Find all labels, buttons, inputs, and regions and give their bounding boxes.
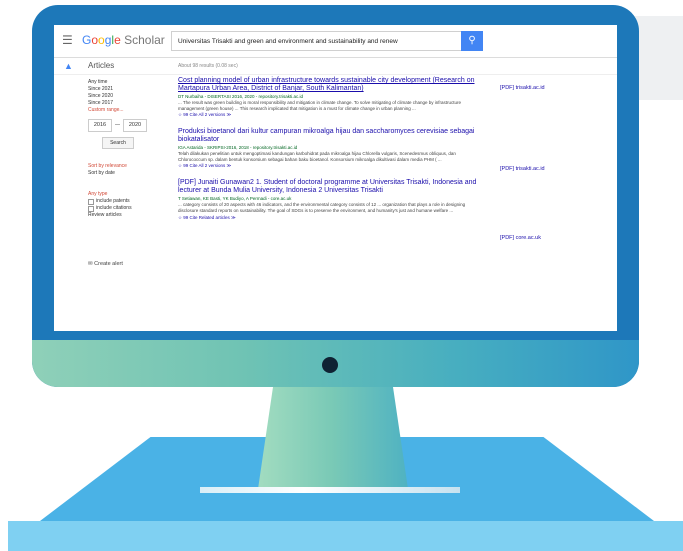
scholar-header: ☰ Google Scholar Universitas Trisakti an…	[54, 25, 617, 58]
google-scholar-logo[interactable]: Google Scholar	[82, 32, 165, 48]
search-button[interactable]: ⚲	[461, 31, 483, 51]
result-actions[interactable]: ☆ 99 Cite All 2 versions ≫	[178, 111, 478, 118]
result-snippet: ... category consists of 20 aspects with…	[178, 202, 466, 213]
create-alert-link[interactable]: ✉ Create alert	[88, 261, 123, 267]
filter-since-2021[interactable]: Since 2021	[88, 86, 168, 93]
result-actions[interactable]: ☆ 99 Cite All 2 versions ≫	[178, 162, 478, 169]
articles-icon: ▲	[64, 61, 73, 71]
filter-since-2020[interactable]: Since 2020	[88, 93, 168, 100]
articles-bar: ▲ Articles About 98 results (0.08 sec)	[54, 58, 617, 75]
checkbox-icon	[88, 205, 94, 212]
year-from-input[interactable]: 2016	[88, 119, 112, 132]
results-count: About 98 results (0.08 sec)	[178, 63, 238, 69]
filter-any-type[interactable]: Any type	[88, 191, 168, 198]
pdf-link[interactable]: [PDF] trisakti.ac.id	[500, 85, 545, 91]
range-search-button[interactable]: Search	[102, 137, 134, 149]
envelope-icon: ✉	[88, 261, 93, 267]
monitor: ☰ Google Scholar Universitas Trisakti an…	[32, 5, 639, 387]
monitor-stand	[258, 387, 408, 489]
filter-any-time[interactable]: Any time	[88, 79, 168, 86]
year-separator: —	[115, 122, 120, 128]
result-title[interactable]: Cost planning model of urban infrastruct…	[178, 77, 478, 93]
monitor-screen: ☰ Google Scholar Universitas Trisakti an…	[54, 25, 617, 331]
search-input[interactable]: Universitas Trisakti and green and envir…	[171, 31, 461, 51]
result-item: Produksi bioetanol dari kultur campuran …	[178, 128, 478, 169]
include-patents-checkbox[interactable]: include patents	[88, 198, 168, 205]
articles-tab[interactable]: Articles	[88, 61, 114, 71]
desk-front-edge	[8, 521, 683, 551]
filter-custom-range[interactable]: Custom range...	[88, 107, 168, 114]
result-snippet: ... The result was green building is mor…	[178, 100, 461, 111]
review-articles-link[interactable]: Review articles	[88, 212, 168, 219]
year-range: 2016 — 2020	[88, 119, 168, 132]
filter-since-2017[interactable]: Since 2017	[88, 100, 168, 107]
monitor-base	[200, 487, 460, 493]
result-title[interactable]: Produksi bioetanol dari kultur campuran …	[178, 128, 478, 144]
pdf-link[interactable]: [PDF] core.ac.uk	[500, 235, 541, 241]
search-icon: ⚲	[468, 35, 476, 46]
filter-sidebar: Any time Since 2021 Since 2020 Since 201…	[88, 79, 168, 219]
result-item: Cost planning model of urban infrastruct…	[178, 77, 478, 118]
result-actions[interactable]: ☆ 99 Cite Related articles ≫	[178, 214, 478, 221]
year-to-input[interactable]: 2020	[123, 119, 147, 132]
result-snippet: Telah dilakukan penelitian untuk mengopt…	[178, 151, 456, 162]
pdf-link[interactable]: [PDF] trisakti.ac.id	[500, 166, 545, 172]
sort-relevance[interactable]: Sort by relevance	[88, 163, 168, 170]
result-item: [PDF] Junaiti Gunawan2 1. Student of doc…	[178, 179, 478, 220]
checkbox-icon	[88, 198, 94, 205]
include-citations-checkbox[interactable]: include citations	[88, 205, 168, 212]
sort-date[interactable]: Sort by date	[88, 170, 168, 177]
results-list: Cost planning model of urban infrastruct…	[178, 77, 478, 231]
result-title[interactable]: [PDF] Junaiti Gunawan2 1. Student of doc…	[178, 179, 478, 195]
power-button[interactable]	[322, 357, 338, 373]
hamburger-menu-icon[interactable]: ☰	[62, 33, 73, 47]
